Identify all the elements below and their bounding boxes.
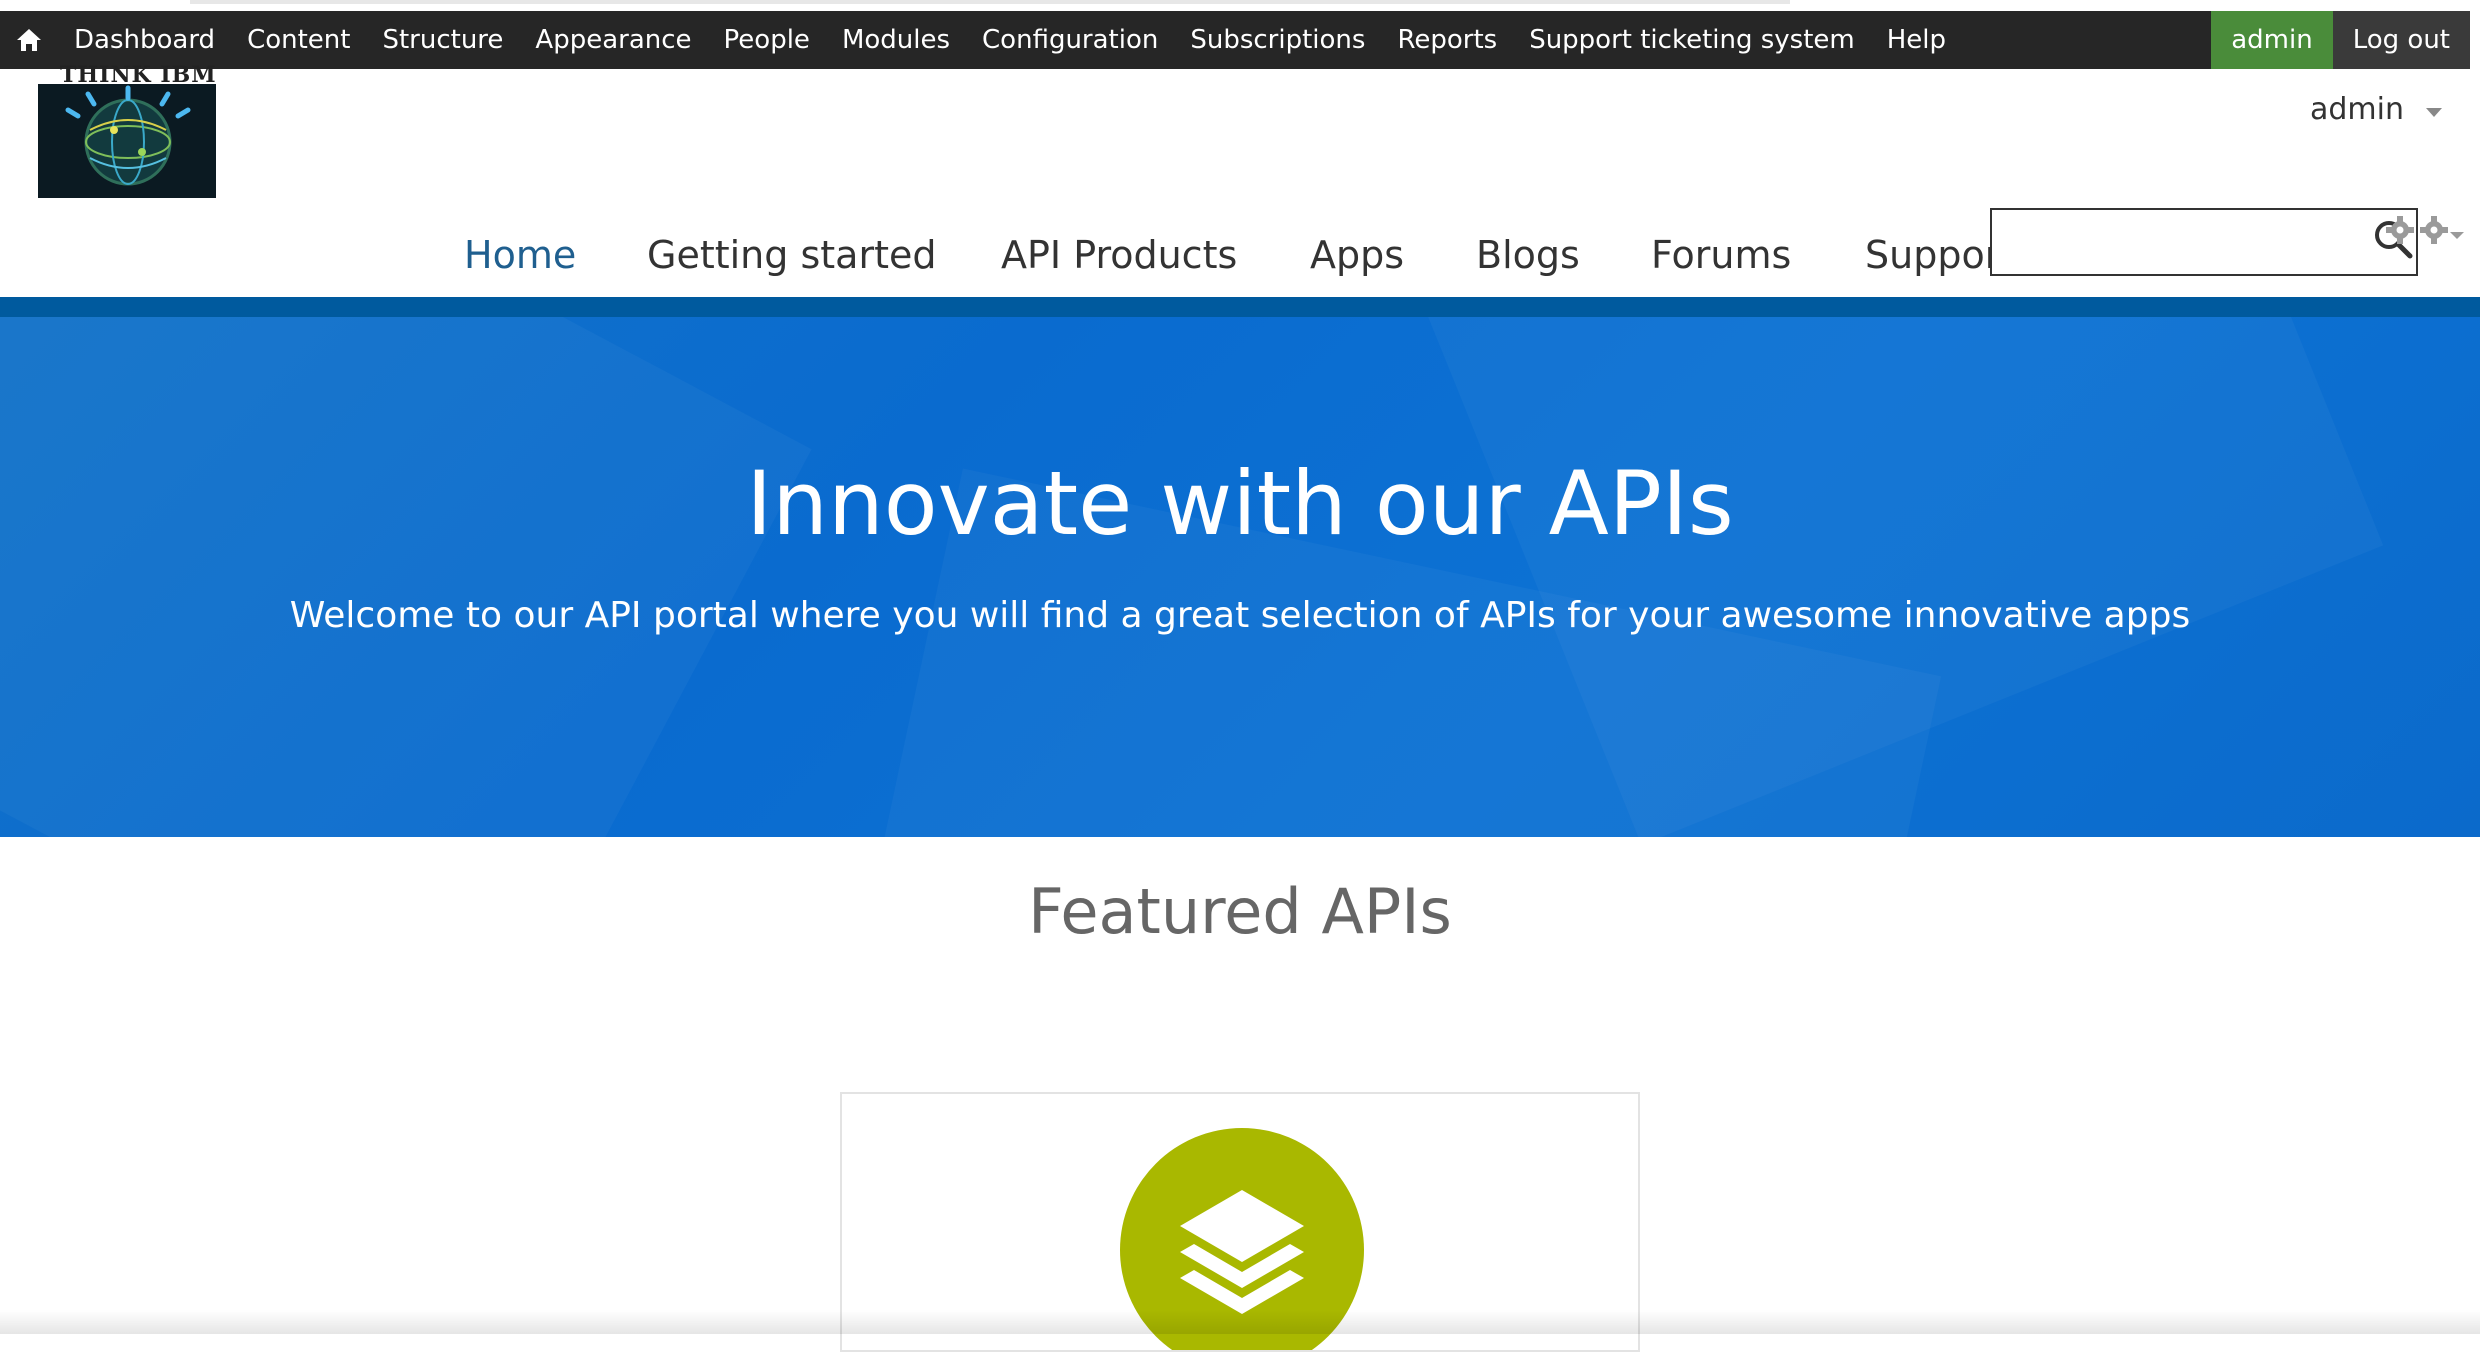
toolbar-people[interactable]: People xyxy=(708,11,826,69)
nav-blogs[interactable]: Blogs xyxy=(1476,220,1580,290)
nav-api-products[interactable]: API Products xyxy=(1001,220,1237,290)
gear-icon[interactable] xyxy=(2378,214,2466,250)
nav-apps[interactable]: Apps xyxy=(1310,220,1404,290)
main-navigation: Home Getting started API Products Apps B… xyxy=(0,220,1995,290)
featured-apis-heading: Featured APIs xyxy=(1028,875,1452,948)
user-menu-label: admin xyxy=(2310,92,2404,127)
nav-home[interactable]: Home xyxy=(464,220,576,290)
toolbar-support-ticketing[interactable]: Support ticketing system xyxy=(1513,11,1871,69)
logo-text: THINK IBM xyxy=(60,62,217,88)
nav-forums[interactable]: Forums xyxy=(1651,220,1791,290)
nav-getting-started[interactable]: Getting started xyxy=(647,220,936,290)
toolbar-dashboard[interactable]: Dashboard xyxy=(58,11,231,69)
toolbar-content[interactable]: Content xyxy=(231,11,366,69)
browser-top-line xyxy=(190,0,1790,4)
logout-link[interactable]: Log out xyxy=(2332,11,2470,69)
site-logo[interactable] xyxy=(38,70,216,198)
toolbar-user-area: admin Log out xyxy=(2211,11,2470,69)
toolbar-structure[interactable]: Structure xyxy=(366,11,519,69)
search-input[interactable] xyxy=(1990,208,2418,276)
user-menu[interactable]: admin xyxy=(2310,92,2442,127)
toolbar-appearance[interactable]: Appearance xyxy=(519,11,707,69)
nav-support[interactable]: Support xyxy=(1865,220,1995,290)
toolbar-configuration[interactable]: Configuration xyxy=(966,11,1174,69)
home-icon[interactable] xyxy=(0,11,58,69)
hero-subtitle: Welcome to our API portal where you will… xyxy=(289,595,2191,636)
bottom-edge-shadow xyxy=(0,1310,2480,1334)
toolbar-reports[interactable]: Reports xyxy=(1381,11,1513,69)
admin-toolbar: Dashboard Content Structure Appearance P… xyxy=(0,11,2470,69)
toolbar-help[interactable]: Help xyxy=(1871,11,1962,69)
toolbar-subscriptions[interactable]: Subscriptions xyxy=(1174,11,1381,69)
chevron-down-icon xyxy=(2426,108,2442,117)
hero-title: Innovate with our APIs xyxy=(746,452,1734,555)
hero-banner: Innovate with our APIs Welcome to our AP… xyxy=(0,317,2480,837)
header-divider-bar xyxy=(0,297,2480,317)
toolbar-modules[interactable]: Modules xyxy=(826,11,966,69)
toolbar-user-admin[interactable]: admin xyxy=(2211,11,2333,69)
